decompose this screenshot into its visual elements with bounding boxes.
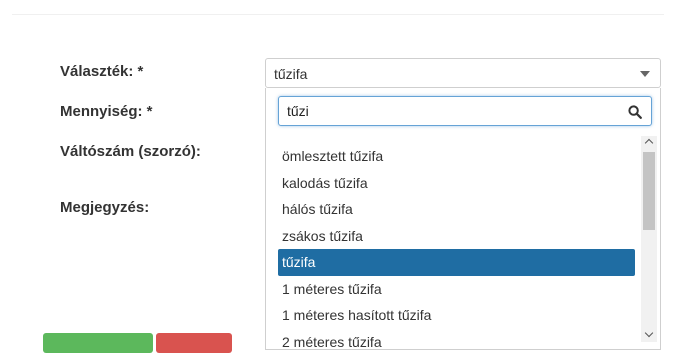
valasztek-label: Választék: *: [60, 63, 144, 80]
select-value: tűzifa: [274, 66, 308, 82]
result-option[interactable]: zsákos tűzifa: [278, 223, 635, 250]
results-list: ömlesztett tűzifa kalodás tűzifa hálós tűz…: [278, 143, 635, 350]
top-divider: [12, 14, 664, 15]
chevron-down-icon[interactable]: [640, 71, 650, 77]
mennyiseg-label: Mennyiség: *: [60, 103, 153, 120]
select-dropdown: tűzi ömlesztett tűzifa kalodás tűzifa háló…: [265, 88, 661, 350]
result-option[interactable]: kalodás tűzifa: [278, 170, 635, 197]
result-option[interactable]: ömlesztett tűzifa: [278, 143, 635, 170]
result-option[interactable]: 1 méteres tűzifa: [278, 276, 635, 303]
dropdown-search-input[interactable]: tűzi: [278, 96, 652, 126]
search-input-value: tűzi: [287, 103, 309, 119]
save-button[interactable]: [43, 333, 153, 353]
cancel-button[interactable]: [156, 333, 232, 353]
result-option[interactable]: tűzifa: [278, 249, 635, 276]
results-scrollbar[interactable]: [641, 136, 657, 342]
valtoszam-label: Váltószám (szorzó):: [60, 143, 201, 160]
search-icon: [628, 105, 642, 119]
result-option[interactable]: 2 méteres tűzifa: [278, 329, 635, 350]
result-option[interactable]: hálós tűzifa: [278, 196, 635, 223]
scroll-up-icon[interactable]: [644, 138, 654, 148]
valasztek-select[interactable]: tűzifa: [265, 58, 661, 88]
scroll-down-icon[interactable]: [644, 328, 654, 338]
result-option[interactable]: 1 méteres hasított tűzifa: [278, 302, 635, 329]
megjegyzes-label: Megjegyzés:: [60, 199, 150, 216]
scrollbar-thumb[interactable]: [643, 152, 655, 230]
